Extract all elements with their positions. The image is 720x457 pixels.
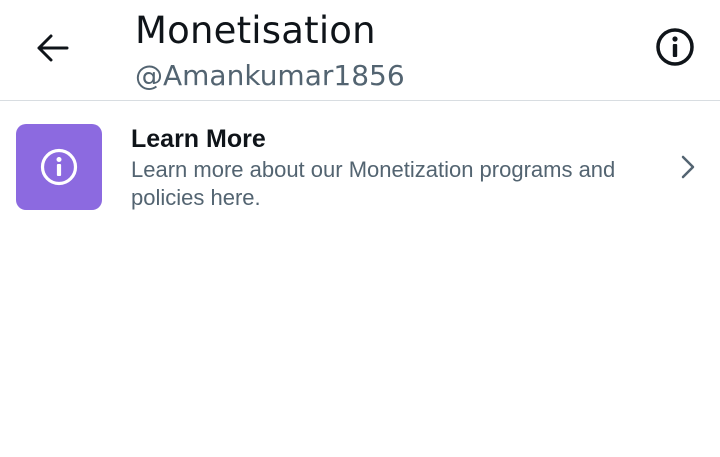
learn-more-description: Learn more about our Monetization progra…	[131, 157, 616, 210]
account-handle: @Amankumar1856	[135, 59, 405, 92]
info-circle-icon	[40, 148, 78, 186]
page-title: Monetisation	[135, 9, 376, 52]
chevron-right-icon	[676, 153, 700, 181]
arrow-left-icon	[37, 34, 69, 62]
back-button[interactable]	[28, 24, 76, 72]
top-app-bar: Monetisation @Amankumar1856	[0, 0, 720, 101]
learn-more-tile	[16, 124, 102, 210]
header-titles: Monetisation @Amankumar1856	[135, 8, 405, 96]
learn-more-title: Learn More	[131, 125, 266, 153]
info-circle-icon	[656, 28, 694, 66]
learn-more-item[interactable]: Learn More Learn more about our Monetiza…	[0, 101, 720, 231]
monetisation-screen: Monetisation @Amankumar1856 Learn More L…	[0, 0, 720, 457]
info-button[interactable]	[650, 22, 700, 72]
